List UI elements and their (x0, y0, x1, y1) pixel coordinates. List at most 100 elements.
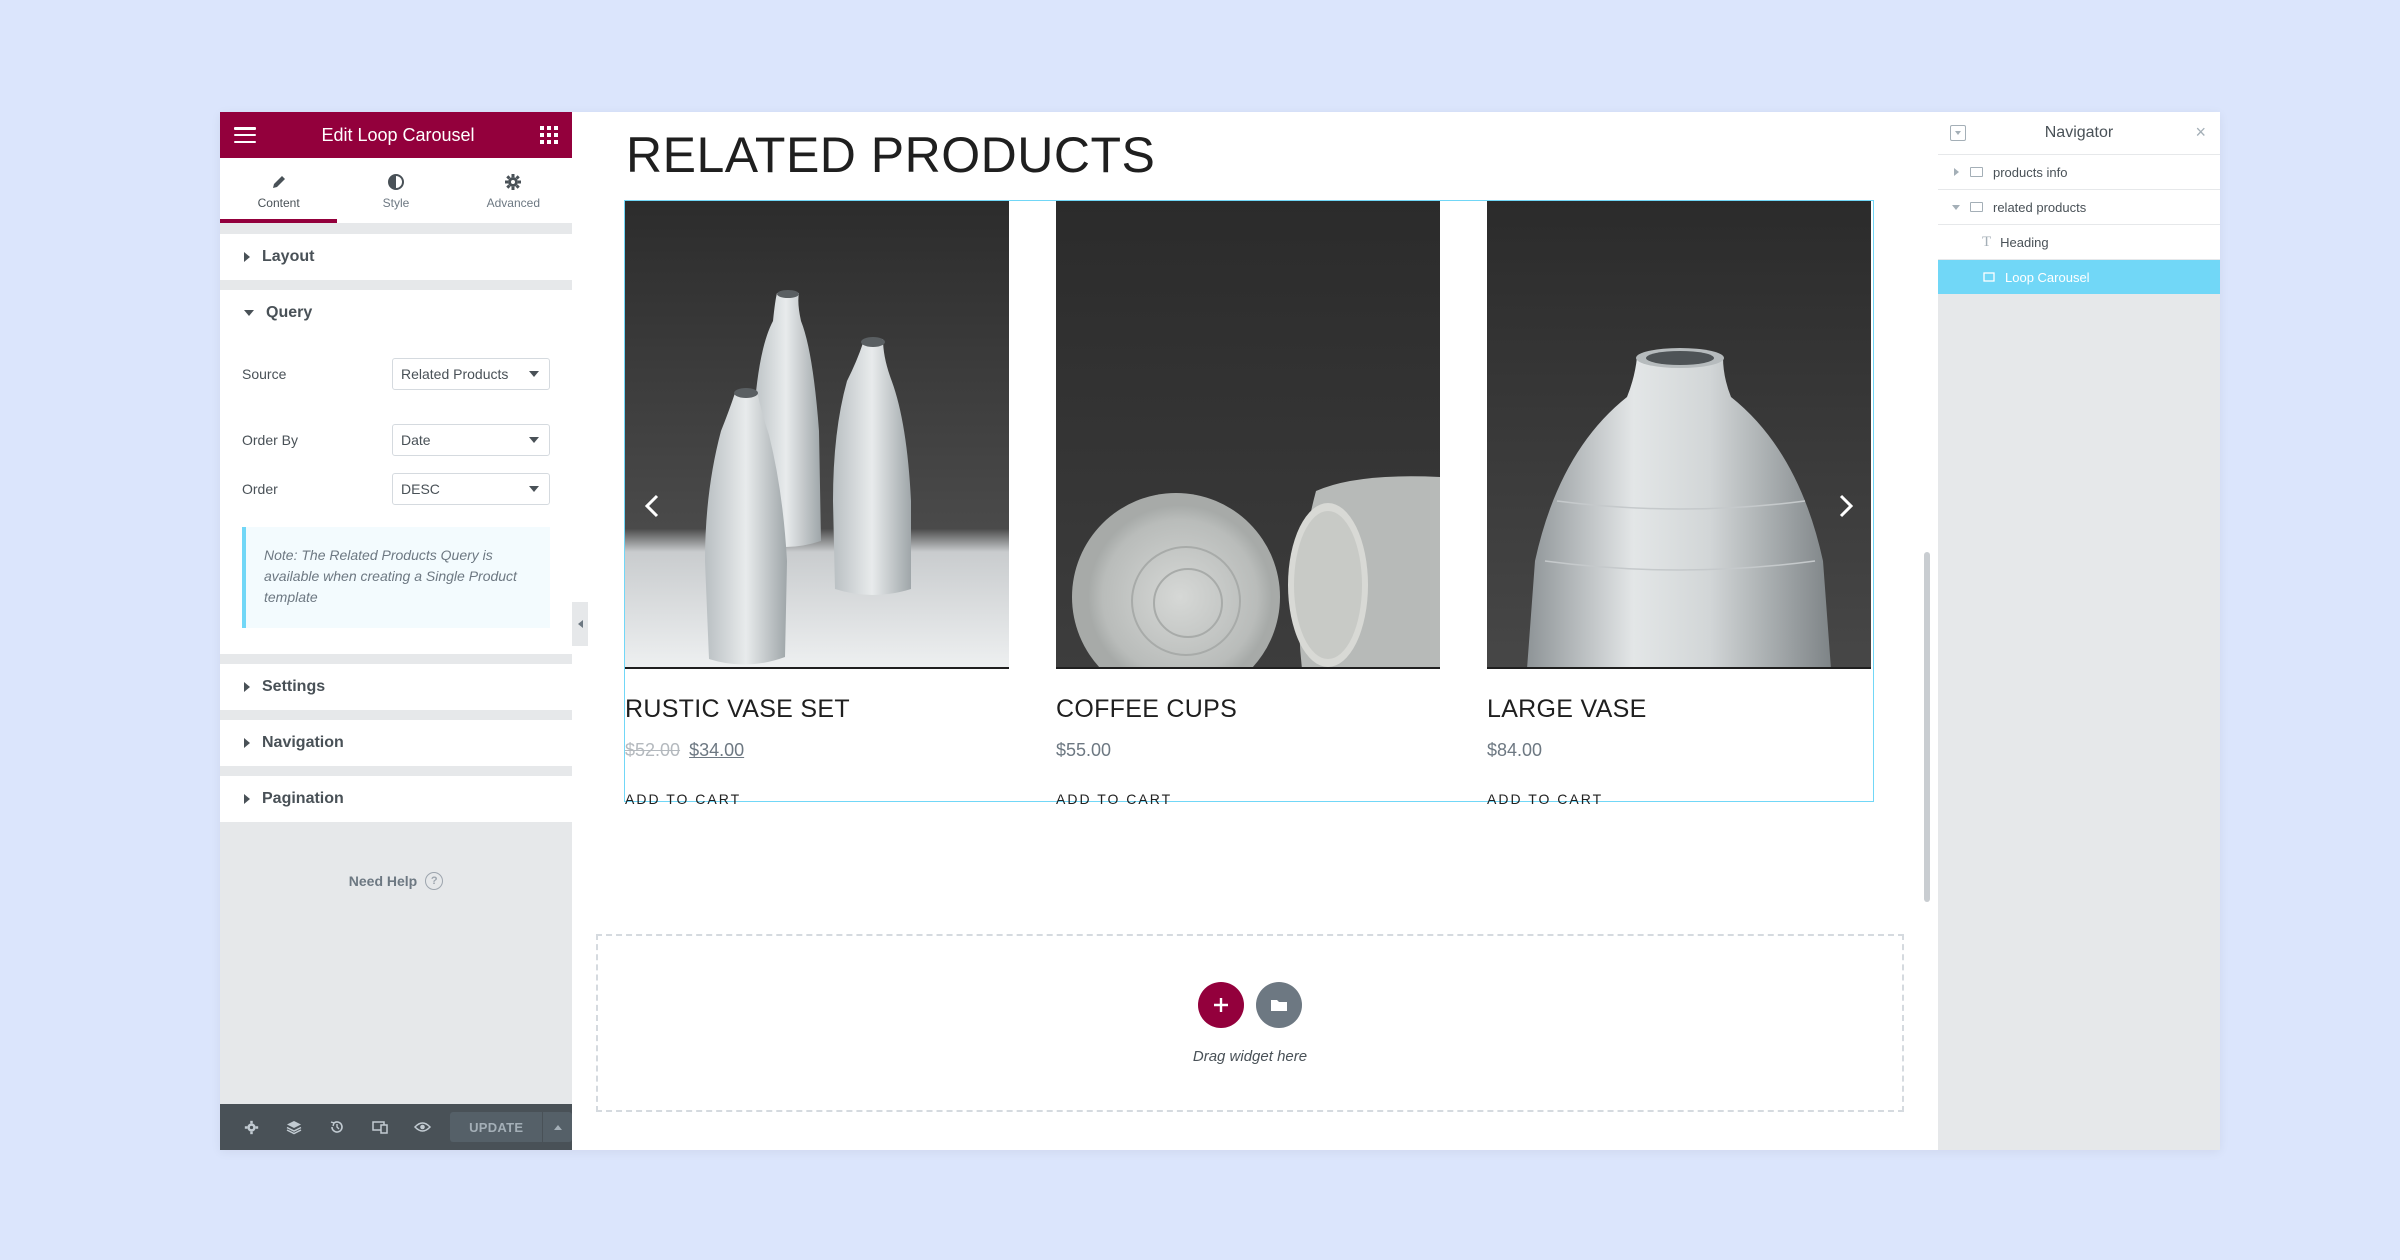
order-select[interactable]: DESC (392, 473, 550, 505)
chevron-up-icon (553, 1124, 562, 1130)
history-icon[interactable] (316, 1104, 359, 1150)
product-price: $55.00 (1056, 740, 1112, 760)
caret-right-icon (244, 682, 250, 692)
order-select-value: DESC (401, 481, 440, 497)
caret-down-icon (244, 310, 254, 316)
plus-icon (1214, 998, 1228, 1012)
panel-tabs: Content Style Advanced (220, 158, 572, 224)
collapse-panel-toggle[interactable] (572, 602, 588, 646)
carousel-prev-arrow[interactable] (637, 491, 667, 521)
source-control: Source Related Products (242, 356, 550, 392)
navigator-title: Navigator (2044, 124, 2114, 141)
product-card[interactable]: LARGE VASE $84.00 ADD TO CART (1487, 201, 1871, 807)
section-layout[interactable]: Layout (220, 234, 572, 280)
caret-right-icon (244, 794, 250, 804)
section-navigation-label: Navigation (262, 734, 344, 751)
container-icon (1970, 167, 1983, 177)
product-price: $84.00 (1487, 740, 1543, 760)
carousel-icon (1982, 272, 1996, 282)
related-products-heading[interactable]: RELATED PRODUCTS (626, 126, 1155, 184)
update-button[interactable]: UPDATE (450, 1112, 543, 1142)
query-note: Note: The Related Products Query is avai… (242, 527, 550, 628)
panel-header: Edit Loop Carousel (220, 112, 572, 158)
section-layout-label: Layout (262, 248, 315, 265)
need-help-link[interactable]: Need Help ? (220, 872, 572, 890)
add-to-cart-button[interactable]: ADD TO CART (1056, 791, 1440, 807)
layers-icon[interactable] (273, 1104, 316, 1150)
add-to-cart-button[interactable]: ADD TO CART (625, 791, 1009, 807)
source-select[interactable]: Related Products (392, 358, 550, 390)
panel-title: Edit Loop Carousel (321, 124, 475, 145)
section-pagination-label: Pagination (262, 790, 344, 807)
preview-canvas: RELATED PRODUCTS RUSTIC VASE SET $52.00 … (572, 112, 1920, 1150)
add-section-button[interactable] (1198, 982, 1244, 1028)
update-options-button[interactable] (542, 1112, 572, 1142)
navigator-panel: Navigator × products info related produc… (1938, 112, 2220, 1150)
product-card[interactable]: RUSTIC VASE SET $52.00 $34.00 ADD TO CAR… (625, 201, 1009, 807)
drop-zone-buttons (598, 982, 1902, 1028)
loop-carousel[interactable]: RUSTIC VASE SET $52.00 $34.00 ADD TO CAR… (624, 200, 1874, 807)
section-query[interactable]: Query (220, 290, 572, 336)
source-select-value: Related Products (401, 366, 509, 382)
order-control: Order DESC (242, 471, 550, 507)
product-name[interactable]: LARGE VASE (1487, 695, 1871, 724)
tab-advanced-label: Advanced (486, 195, 540, 210)
navigator-item-heading[interactable]: T Heading (1938, 224, 2220, 259)
preview-eye-icon[interactable] (402, 1104, 445, 1150)
half-circle-icon (387, 172, 405, 192)
navigator-item-label: products info (1993, 164, 2068, 180)
text-heading-icon: T (1982, 233, 1992, 250)
carousel-next-arrow[interactable] (1831, 491, 1861, 521)
section-navigation[interactable]: Navigation (220, 720, 572, 766)
gear-icon (504, 172, 522, 192)
product-image[interactable] (625, 201, 1009, 669)
need-help-label: Need Help (348, 873, 418, 889)
section-pagination[interactable]: Pagination (220, 776, 572, 822)
navigator-item-label: related products (1993, 199, 2087, 215)
widgets-grid-icon[interactable] (539, 126, 558, 144)
editor-panel: Edit Loop Carousel Content Style Advance… (220, 112, 572, 1150)
tab-advanced[interactable]: Advanced (455, 158, 572, 223)
navigator-item-products-info[interactable]: products info (1938, 154, 2220, 189)
product-image[interactable] (1056, 201, 1440, 669)
product-card[interactable]: COFFEE CUPS $55.00 ADD TO CART (1056, 201, 1440, 807)
navigator-item-related-products[interactable]: related products (1938, 189, 2220, 224)
section-query-label: Query (266, 304, 313, 321)
orderby-label: Order By (242, 432, 299, 448)
tab-content[interactable]: Content (220, 158, 338, 223)
section-settings[interactable]: Settings (220, 664, 572, 710)
dropdown-arrow-icon (529, 437, 539, 443)
section-settings-label: Settings (262, 678, 326, 695)
orderby-select-value: Date (401, 432, 431, 448)
container-icon (1970, 202, 1983, 212)
settings-gear-icon[interactable] (230, 1104, 273, 1150)
product-sale-price: $34.00 (689, 740, 745, 760)
caret-right-icon (244, 252, 250, 262)
product-name[interactable]: RUSTIC VASE SET (625, 695, 1009, 724)
tab-style-label: Style (382, 195, 410, 210)
drop-zone[interactable]: Drag widget here (596, 934, 1904, 1112)
product-image[interactable] (1487, 201, 1871, 669)
navigator-header: Navigator × (1938, 112, 2220, 154)
panel-footer: UPDATE (220, 1104, 572, 1150)
responsive-icon[interactable] (359, 1104, 402, 1150)
expand-arrow-icon[interactable] (1950, 168, 1962, 176)
pencil-icon (271, 172, 287, 192)
collapse-arrow-icon[interactable] (1950, 204, 1962, 210)
folder-icon (1271, 1000, 1287, 1011)
close-icon[interactable]: × (2195, 122, 2206, 143)
orderby-select[interactable]: Date (392, 424, 550, 456)
add-template-button[interactable] (1256, 982, 1302, 1028)
chevron-left-icon (577, 620, 583, 628)
collapse-all-icon[interactable] (1950, 125, 1966, 141)
order-label: Order (242, 481, 278, 497)
canvas-scrollbar[interactable] (1924, 552, 1930, 902)
menu-icon[interactable] (234, 127, 256, 143)
question-icon: ? (425, 872, 444, 890)
add-to-cart-button[interactable]: ADD TO CART (1487, 791, 1871, 807)
orderby-control: Order By Date (242, 422, 550, 458)
navigator-item-loop-carousel[interactable]: Loop Carousel (1938, 259, 2220, 294)
product-name[interactable]: COFFEE CUPS (1056, 695, 1440, 724)
source-label: Source (242, 366, 287, 382)
tab-style[interactable]: Style (337, 158, 454, 223)
